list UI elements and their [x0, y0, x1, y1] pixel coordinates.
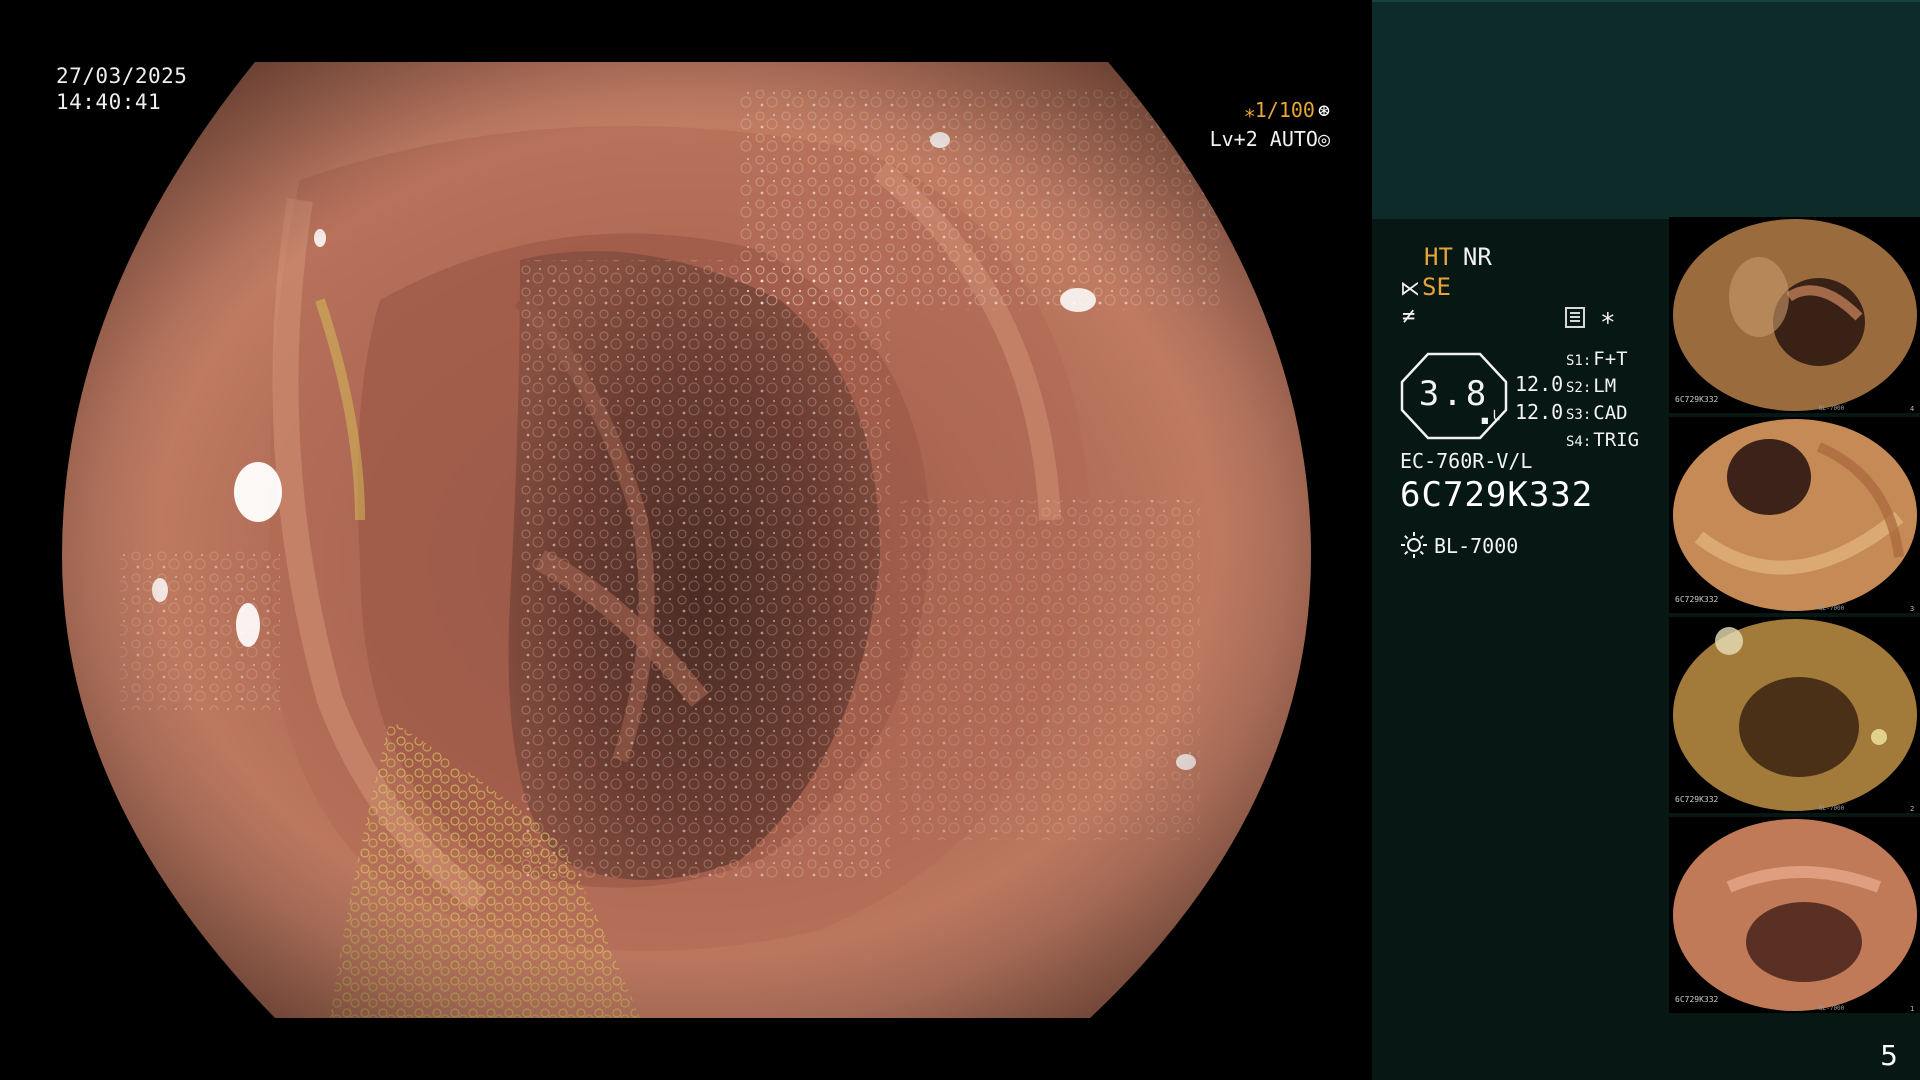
captured-thumbnail[interactable]: 6C729K332 BL-7000 4	[1669, 217, 1920, 413]
light-source: BL-7000	[1400, 531, 1518, 559]
date-text: 27/03/2025	[56, 64, 188, 88]
thumbnail-light: BL-7000	[1819, 1005, 1845, 1012]
time-text: 14:40:41	[56, 90, 162, 114]
ht-label: HT	[1424, 243, 1453, 271]
switch-s4: S4: TRIG	[1566, 429, 1640, 451]
side-panel: HT NR ⋉SE ≠ ∗ 3.8 ▪╰ 12.0 12.0 S1: F+T S2:…	[1372, 0, 1920, 1080]
thumbnail-light: BL-7000	[1819, 405, 1845, 412]
captured-thumbnail[interactable]: 6C729K332 BL-7000 1	[1669, 817, 1920, 1013]
zoom-value: 3.8	[1418, 374, 1490, 414]
color-icon: ≠	[1402, 304, 1416, 329]
structure-enhancement-row: ⋉SE	[1400, 273, 1451, 301]
sun-icon	[1401, 532, 1427, 558]
thumbnail-image	[1673, 819, 1917, 1011]
switch-s1: S1: F+T	[1566, 348, 1628, 370]
endoscopic-image	[62, 62, 1311, 1018]
timestamp: 27/03/2025 14:40:41	[56, 63, 187, 115]
scope-switch-list: S1: F+T S2: LM S3: CAD S4: TRIG	[1566, 347, 1639, 455]
switch-s2: S2: LM	[1566, 375, 1617, 397]
thumbnail-image	[1673, 219, 1917, 411]
se-label: SE	[1422, 273, 1451, 301]
scope-model: EC-760R-V/L	[1400, 449, 1533, 473]
thumbnail-serial: 6C729K332	[1675, 395, 1719, 404]
thumbnail-index: 1	[1910, 1005, 1915, 1013]
nr-label: NR	[1462, 243, 1492, 271]
zoom-marker-icon: ▪╰	[1480, 410, 1500, 429]
shutter-value: ⁎1/100	[1244, 98, 1315, 122]
thumbnail-index: 2	[1910, 805, 1915, 813]
settings-info: HT NR ⋉SE ≠ ∗ 3.8 ▪╰ 12.0 12.0 S1: F+T S2:…	[1372, 0, 1672, 1080]
thumbnail-image	[1673, 419, 1917, 611]
shutter-icon: ⊛	[1317, 98, 1330, 122]
thumbnail-light: BL-7000	[1819, 605, 1845, 612]
param-value-1: 12.0	[1515, 372, 1564, 396]
zoom-badge: 3.8 ▪╰	[1400, 352, 1508, 440]
captured-image-list: 6C729K332 BL-7000 4 6C729K332 BL-7000 3 …	[1669, 217, 1920, 1017]
param-value-2: 12.0	[1515, 400, 1564, 424]
thumbnail-serial: 6C729K332	[1675, 795, 1719, 804]
captured-thumbnail[interactable]: 6C729K332 BL-7000 3	[1669, 417, 1920, 613]
thumbnail-image	[1673, 619, 1917, 811]
enhancement-row: HT NR	[1424, 243, 1492, 271]
captured-thumbnail[interactable]: 6C729K332 BL-7000 2	[1669, 617, 1920, 813]
scope-serial: 6C729K332	[1400, 475, 1594, 515]
param-values: 12.0 12.0	[1515, 370, 1563, 426]
thumbnail-serial: 6C729K332	[1675, 995, 1719, 1004]
switch-s3: S3: CAD	[1566, 402, 1628, 424]
iris-indicator: Lv+2 AUTO◎	[1210, 127, 1330, 151]
shutter-indicator: ⁎1/100 ⊛	[1245, 98, 1330, 122]
thumbnail-light: BL-7000	[1819, 805, 1845, 812]
thumbnail-index: 3	[1910, 605, 1915, 613]
endoscope-main-view: 27/03/2025 14:40:41 ⁎1/100 ⊛ Lv+2 AUTO◎	[0, 0, 1372, 1080]
light-source-label: BL-7000	[1434, 534, 1519, 558]
page-number: 5	[1880, 1039, 1898, 1072]
asterisk-icon: ∗	[1600, 303, 1616, 333]
thumbnail-serial: 6C729K332	[1675, 595, 1719, 604]
thumbnail-index: 4	[1910, 405, 1915, 413]
iris-icon: ◎	[1317, 127, 1330, 151]
se-icon: ⋉	[1400, 276, 1420, 300]
memory-icon	[1565, 307, 1585, 328]
iris-value: Lv+2 AUTO	[1209, 127, 1318, 151]
